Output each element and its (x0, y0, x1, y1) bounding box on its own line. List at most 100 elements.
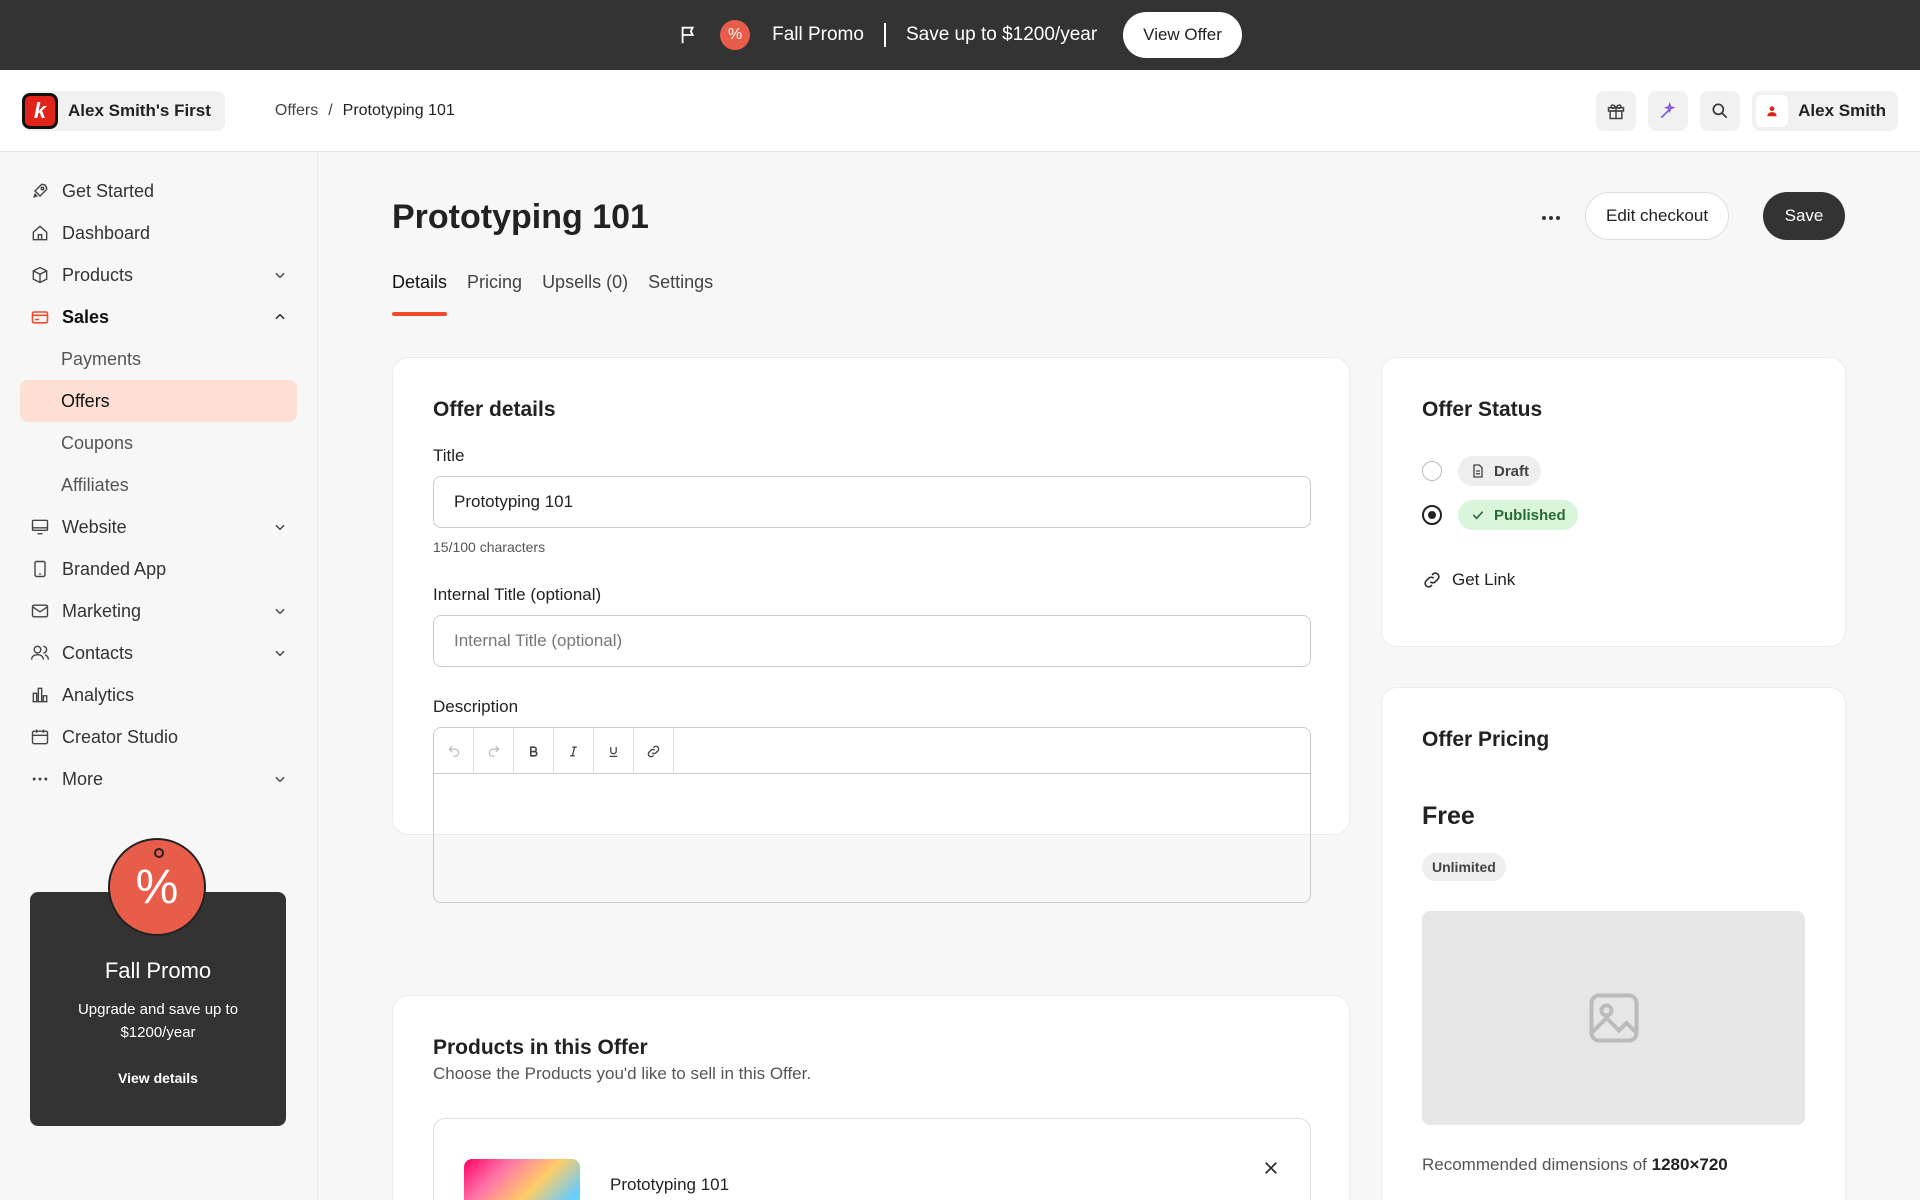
link-icon (647, 745, 660, 757)
more-options-button[interactable] (1536, 208, 1566, 228)
sidebar-item-label: Sales (62, 306, 110, 327)
sidebar-item-dashboard[interactable]: Dashboard (20, 212, 297, 254)
title-label: Title (433, 446, 465, 465)
offer-status-card: Offer Status Draft Published Get Link (1381, 357, 1846, 647)
sidebar-item-creator-studio[interactable]: Creator Studio (20, 716, 297, 758)
avatar (1756, 94, 1789, 127)
tab-details[interactable]: Details (392, 272, 448, 316)
published-radio[interactable] (1422, 505, 1442, 525)
status-published-option[interactable]: Published (1422, 500, 1805, 530)
breadcrumb-separator: / (328, 101, 333, 119)
price-value: Free (1422, 802, 1475, 830)
get-link-button[interactable]: Get Link (1422, 570, 1805, 590)
sidebar-item-more[interactable]: More (20, 758, 297, 800)
sidebar-item-label: Creator Studio (62, 726, 179, 747)
home-icon (32, 225, 48, 241)
sidebar-item-payments[interactable]: Payments (20, 338, 297, 380)
chevron-down-icon (275, 608, 285, 615)
title-input[interactable]: Prototyping 101 (433, 476, 1311, 528)
redo-icon (488, 745, 500, 757)
ai-sparkle-button[interactable] (1648, 90, 1689, 131)
promo-card-description: Upgrade and save up to $1200/year (77, 1001, 239, 1041)
sidebar-item-analytics[interactable]: Analytics (20, 674, 297, 716)
tag-hole (154, 848, 164, 858)
sidebar: Get Started Dashboard Products Sales Pay… (0, 152, 318, 1200)
products-heading: Products in this Offer (433, 1036, 648, 1059)
description-editor[interactable] (433, 727, 1311, 903)
italic-button[interactable] (554, 728, 594, 774)
link-icon (1424, 572, 1440, 588)
gift-icon (1607, 103, 1625, 119)
user-menu[interactable]: Alex Smith (1752, 90, 1898, 131)
view-offer-button[interactable]: View Offer (1123, 12, 1242, 58)
promo-card-title: Fall Promo (104, 958, 212, 983)
sidebar-item-label: Contacts (62, 642, 134, 663)
undo-button[interactable] (434, 728, 474, 774)
search-icon (1712, 103, 1728, 118)
breadcrumb-current: Prototyping 101 (342, 101, 455, 119)
dims-prefix: Recommended dimensions of (1422, 1155, 1647, 1174)
sidebar-item-offers[interactable]: Offers (20, 380, 297, 422)
calendar-icon (31, 729, 49, 745)
internal-title-label: Internal Title (optional) (433, 585, 602, 604)
box-icon (32, 266, 48, 284)
app-logo: k (22, 92, 58, 129)
workspace-name: Alex Smith's First (68, 100, 211, 120)
offer-details-card: Offer details Title Prototyping 101 15/1… (392, 357, 1350, 903)
sidebar-item-label: Get Started (62, 180, 155, 201)
recommended-dimensions: Recommended dimensions of 1280×720 (1422, 1155, 1805, 1175)
view-details-link[interactable]: View details (30, 1070, 286, 1086)
sidebar-item-products[interactable]: Products (20, 254, 297, 296)
description-label: Description (433, 697, 519, 716)
promo-card-badge: % (135, 860, 179, 914)
workspace-switcher[interactable]: k Alex Smith's First (22, 90, 225, 131)
bold-button[interactable] (514, 728, 554, 774)
sidebar-nav: Get Started Dashboard Products Sales Pay… (0, 152, 317, 800)
tabs: Details Pricing Upsells (0) Settings (392, 272, 713, 316)
sidebar-item-marketing[interactable]: Marketing (20, 590, 297, 632)
sidebar-item-sales[interactable]: Sales (20, 296, 297, 338)
sidebar-item-label: More (62, 768, 104, 789)
redo-button[interactable] (474, 728, 514, 774)
tab-pricing[interactable]: Pricing (467, 272, 522, 316)
published-label: Published (1494, 506, 1566, 524)
bold-icon (529, 745, 538, 757)
sidebar-item-contacts[interactable]: Contacts (20, 632, 297, 674)
sidebar-item-branded-app[interactable]: Branded App (20, 548, 297, 590)
breadcrumb-offers[interactable]: Offers (275, 102, 318, 120)
page-title: Prototyping 101 (392, 198, 649, 236)
app-header: k Alex Smith's First Offers / Prototypin… (0, 70, 1920, 152)
sidebar-item-website[interactable]: Website (20, 506, 297, 548)
tab-upsells[interactable]: Upsells (0) (542, 272, 628, 316)
link-button[interactable] (634, 728, 674, 774)
sidebar-item-label: Offers (61, 390, 110, 411)
promo-message: Save up to $1200/year (905, 24, 1098, 45)
promo-bar: % Fall Promo Save up to $1200/year View … (0, 0, 1920, 70)
close-icon[interactable] (1262, 1159, 1280, 1177)
offer-image-upload[interactable] (1422, 911, 1805, 1125)
sidebar-item-affiliates[interactable]: Affiliates (20, 464, 297, 506)
image-placeholder-icon (1589, 993, 1638, 1043)
gift-button[interactable] (1596, 90, 1637, 131)
products-subtitle: Choose the Products you'd like to sell i… (433, 1064, 812, 1083)
main-content: Prototyping 101 Edit checkout Save Detai… (318, 152, 1920, 1200)
save-button[interactable]: Save (1763, 192, 1845, 240)
offer-status-heading: Offer Status (1422, 398, 1543, 421)
monitor-icon (31, 519, 49, 535)
sidebar-item-get-started[interactable]: Get Started (20, 170, 297, 212)
sidebar-item-label: Affiliates (61, 474, 129, 495)
edit-checkout-button[interactable]: Edit checkout (1585, 192, 1730, 240)
tab-settings[interactable]: Settings (648, 272, 713, 316)
product-name: Prototyping 101 (610, 1175, 730, 1194)
internal-title-input[interactable]: Internal Title (optional) (433, 615, 1311, 667)
sidebar-item-label: Payments (61, 348, 142, 369)
status-draft-option[interactable]: Draft (1422, 456, 1805, 486)
underline-button[interactable] (594, 728, 634, 774)
draft-radio[interactable] (1422, 461, 1442, 481)
sidebar-item-coupons[interactable]: Coupons (20, 422, 297, 464)
search-button[interactable] (1700, 90, 1741, 131)
list-item[interactable]: Prototyping 101 (433, 1118, 1311, 1200)
undo-icon (447, 745, 459, 757)
sidebar-item-label: Analytics (62, 684, 135, 705)
offer-details-heading: Offer details (433, 398, 556, 421)
